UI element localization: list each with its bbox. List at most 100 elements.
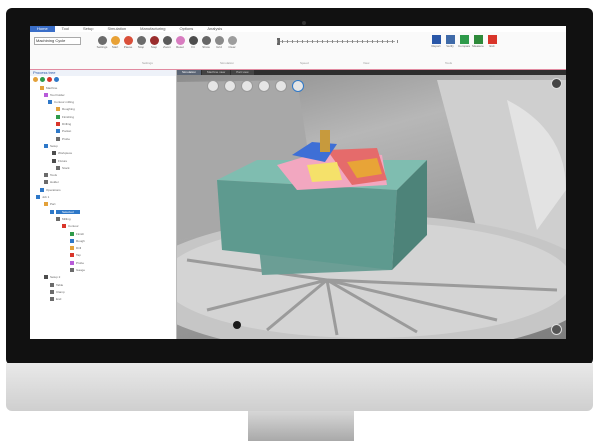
- step-button[interactable]: Step: [148, 36, 160, 49]
- view-top-icon[interactable]: [224, 80, 236, 92]
- tree-item[interactable]: Part: [44, 202, 56, 207]
- workpiece-yellow: [307, 162, 342, 182]
- start-button[interactable]: Start: [109, 36, 121, 49]
- monitor-chin: [6, 363, 593, 411]
- grid-button[interactable]: Grid: [213, 36, 225, 49]
- tree-item-icon: [70, 253, 74, 258]
- tree-item-icon: [52, 151, 56, 156]
- show-icon: [201, 36, 211, 45]
- tree-item-icon: [40, 187, 44, 192]
- tree-item-icon: [56, 129, 60, 134]
- panel-tool-icon[interactable]: [33, 77, 38, 82]
- slider-tick: [277, 40, 278, 43]
- tree-item[interactable]: Job 1: [36, 195, 49, 200]
- pause-icon: [123, 36, 133, 45]
- tree-item[interactable]: Table: [50, 282, 63, 287]
- tree-item[interactable]: Probe: [56, 136, 70, 141]
- tree-item[interactable]: Setup 2: [44, 275, 60, 280]
- panel-tool-icon[interactable]: [47, 77, 52, 82]
- panel-tool-icon[interactable]: [40, 77, 45, 82]
- measure-button[interactable]: Measure: [472, 35, 484, 48]
- view-fit-icon[interactable]: [292, 80, 304, 92]
- tree-item-label: Finish: [76, 231, 85, 236]
- tree-item[interactable]: Holder: [44, 180, 59, 185]
- view-back-icon[interactable]: [275, 80, 287, 92]
- speed-slider[interactable]: [277, 38, 398, 45]
- tree-item-label: Contour: [68, 224, 79, 229]
- stop-button[interactable]: Stop: [135, 36, 147, 49]
- ribbon-button-label: Exit: [489, 44, 495, 48]
- tree-item[interactable]: Contour milling: [48, 100, 74, 105]
- tree-item[interactable]: Workpiece: [52, 151, 72, 156]
- tree-item[interactable]: Stock: [56, 165, 70, 170]
- tree-item[interactable]: Probe: [70, 260, 84, 265]
- tree-item[interactable]: Tools: [44, 173, 57, 178]
- clear-button[interactable]: Clear: [226, 36, 238, 49]
- tree-item-icon: [44, 92, 48, 97]
- tree-item[interactable]: Pocket: [56, 129, 71, 134]
- navigation-cube-icon[interactable]: [551, 324, 562, 335]
- show-button[interactable]: Show: [200, 36, 212, 49]
- tree-item-label: Stock: [62, 165, 70, 170]
- slider-tick: [367, 40, 368, 43]
- slider-tick: [387, 40, 388, 43]
- verify-icon: [445, 35, 455, 44]
- operation-combo[interactable]: Machining Cycle: [34, 37, 81, 45]
- settings-button[interactable]: Settings: [96, 36, 108, 49]
- view-front-icon[interactable]: [207, 80, 219, 92]
- tree-item[interactable]: Finish: [70, 231, 84, 236]
- verify-button[interactable]: Verify: [444, 35, 456, 48]
- reset-button[interactable]: Reset: [174, 36, 186, 49]
- ribbon-group-label: Tools: [445, 61, 453, 65]
- tree-item-label: Machine: [46, 85, 58, 90]
- compare-button[interactable]: Compare: [458, 35, 470, 48]
- view-iso-icon[interactable]: [258, 80, 270, 92]
- tree-item[interactable]: Milling: [56, 216, 71, 221]
- tree-item[interactable]: Contour: [62, 224, 79, 229]
- ribbon-right-buttons: Report Verify Compare Measure Exit: [430, 35, 498, 48]
- ribbon-buttons: Settings Start Pause Stop Step Zoom Reset Fit Sh…: [96, 36, 238, 49]
- tree-item-icon: [62, 224, 66, 229]
- reset-icon: [175, 36, 185, 45]
- tree-item-icon: [44, 173, 48, 178]
- tree-item[interactable]: Clamp: [50, 289, 65, 294]
- tree-item[interactable]: Drill: [70, 246, 81, 251]
- ribbon-button-label: Compare: [458, 44, 470, 48]
- tree-item-label: Table: [56, 282, 64, 287]
- tree-item[interactable]: Machine: [40, 85, 57, 90]
- ribbon-button-label: Fit: [191, 45, 195, 49]
- measure-icon: [473, 35, 483, 44]
- report-button[interactable]: Report: [430, 35, 442, 48]
- tree-item[interactable]: Finishing: [56, 114, 74, 119]
- exit-button[interactable]: Exit: [486, 35, 498, 48]
- ribbon: Machining Cycle Settings Start Pause Stop St…: [30, 32, 566, 70]
- tree-item[interactable]: End: [50, 297, 61, 302]
- tree-item[interactable]: Tool holder: [44, 92, 65, 97]
- view-side-icon[interactable]: [241, 80, 253, 92]
- fit-button[interactable]: Fit: [187, 36, 199, 49]
- tree-item-icon: [44, 202, 48, 207]
- panel-tool-icon[interactable]: [54, 77, 59, 82]
- tree-item[interactable]: Operations: [40, 187, 61, 192]
- tree-item[interactable]: Gauge: [70, 268, 85, 273]
- pause-button[interactable]: Pause: [122, 36, 134, 49]
- zoom-icon: [162, 36, 172, 45]
- tree-item-icon: [44, 143, 48, 148]
- tree-item-icon: [56, 136, 60, 141]
- slider-tick: [317, 40, 318, 43]
- ribbon-button-label: Start: [111, 45, 119, 49]
- tree-item[interactable]: Fixture: [52, 158, 67, 163]
- ribbon-button-label: Zoom: [163, 45, 171, 49]
- tree-item[interactable]: Tap: [70, 253, 81, 258]
- zoom-button[interactable]: Zoom: [161, 36, 173, 49]
- slider-tick: [327, 40, 328, 43]
- tree-item[interactable]: Setup: [44, 143, 58, 148]
- tree-item[interactable]: Selected: [50, 209, 80, 214]
- simulation-viewport[interactable]: Simulation Machine view Part view: [177, 70, 566, 339]
- ribbon-button-label: Reset: [176, 45, 184, 49]
- tree-item[interactable]: Roughing: [56, 107, 75, 112]
- tree-item[interactable]: Drilling: [56, 122, 71, 127]
- viewport-settings-icon[interactable]: [551, 78, 562, 89]
- report-icon: [431, 35, 441, 44]
- tree-item[interactable]: Rough: [70, 238, 85, 243]
